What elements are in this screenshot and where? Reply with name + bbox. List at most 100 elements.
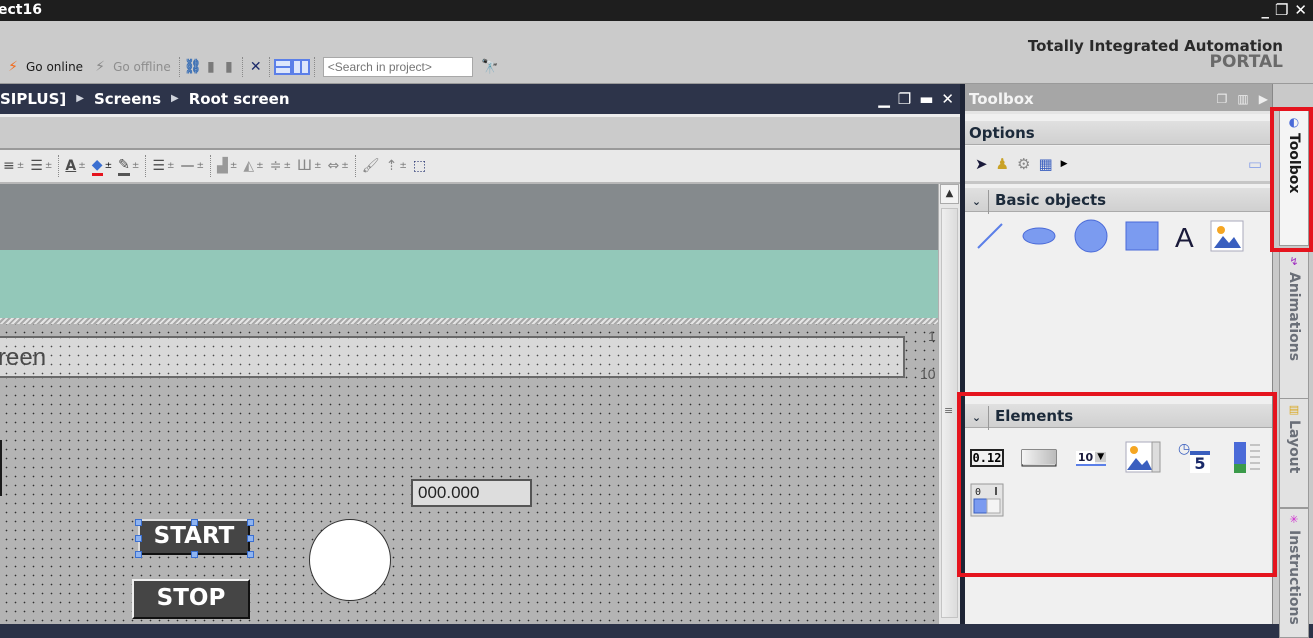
selection-handle[interactable] xyxy=(191,551,198,558)
stop-simulation-icon[interactable]: ▮ xyxy=(220,58,238,76)
main-toolbar: ⚡ Go online ⚡ Go offline ⛓ ▮ ▮ ✕ 🔭 Total… xyxy=(0,21,1313,84)
collapse-panel-icon[interactable]: ▶ xyxy=(1259,84,1268,114)
circle-tool-icon[interactable] xyxy=(1073,218,1109,258)
distribute-icon[interactable]: Ш ± xyxy=(294,154,325,178)
split-horizontal-icon[interactable] xyxy=(273,58,292,76)
tab-instructions[interactable]: ✳ Instructions xyxy=(1279,508,1309,638)
layer-icon[interactable]: ⇡ ± xyxy=(383,154,410,178)
split-vertical-icon[interactable] xyxy=(291,58,310,76)
window-icon[interactable]: ▭ xyxy=(1248,155,1262,173)
same-size-icon[interactable]: ⇔ ± xyxy=(325,154,352,178)
layout-tab-icon: ▤ xyxy=(1288,403,1300,416)
stop-button[interactable]: STOP xyxy=(132,579,250,619)
branding-line2: PORTAL xyxy=(1209,52,1283,72)
graphic-io-field-tool-icon[interactable] xyxy=(1125,440,1161,476)
basic-objects-list: A xyxy=(965,218,1272,258)
symbolic-glyph: 10 xyxy=(1075,450,1096,464)
zoom-selection-icon[interactable]: ⬚ xyxy=(410,154,429,178)
font-color-icon[interactable]: A ± xyxy=(62,154,88,178)
search-binoculars-icon[interactable]: 🔭 xyxy=(481,58,499,76)
more-arrow-icon[interactable]: ▶ xyxy=(1061,159,1068,169)
text-field-tool-icon[interactable]: A xyxy=(1175,222,1194,254)
go-offline-button[interactable]: ⚡ Go offline xyxy=(87,56,175,78)
date-time-field-tool-icon[interactable]: ◷ 5 xyxy=(1177,440,1213,476)
chevron-down-icon[interactable]: ⌄ xyxy=(965,406,989,430)
accessible-devices-icon[interactable]: ⛓ xyxy=(184,58,202,76)
selection-handle[interactable] xyxy=(247,535,254,542)
breadcrumb-item-root-screen[interactable]: Root screen xyxy=(189,84,290,114)
line-style-icon[interactable]: — ± xyxy=(178,154,208,178)
rotate-icon[interactable]: ◭ ± xyxy=(240,154,266,178)
panel-layout-icon[interactable]: ▥ xyxy=(1237,84,1248,114)
elements-pane-title[interactable]: ⌄ Elements xyxy=(965,404,1272,430)
canvas-vertical-scrollbar[interactable]: ▲ ≡ xyxy=(938,184,960,624)
cross-reference-icon[interactable]: ✕ xyxy=(247,58,265,76)
align-icon[interactable]: ≑ ± xyxy=(267,154,294,178)
symbolic-io-field-tool-icon[interactable]: 10 ▼ xyxy=(1073,440,1109,476)
editor-close-button[interactable]: ✕ xyxy=(941,84,954,114)
tab-animations[interactable]: ↯ Animations xyxy=(1279,250,1309,400)
search-project-input[interactable] xyxy=(322,57,473,77)
float-panel-icon[interactable]: ❐ xyxy=(1217,84,1228,114)
hmi-header-area xyxy=(0,184,938,250)
pointer-icon[interactable]: ➤ xyxy=(975,155,988,173)
partial-object[interactable] xyxy=(0,440,2,496)
stamp-icon[interactable]: ♟ xyxy=(996,155,1009,173)
scroll-up-button[interactable]: ▲ xyxy=(940,184,959,204)
breadcrumb-item-device[interactable]: SIPLUS] xyxy=(0,84,66,114)
window-restore-button[interactable]: ❐ xyxy=(1275,0,1288,20)
go-online-button[interactable]: ⚡ Go online xyxy=(0,56,87,78)
line-width-icon[interactable]: ☰ ± xyxy=(149,154,177,178)
editor-maximize-button[interactable]: ▬ xyxy=(919,84,933,114)
line-color-icon[interactable]: ✎ ± xyxy=(115,154,142,178)
switch-tool-icon[interactable]: 0 xyxy=(969,482,1005,518)
toolbox-tab-icon: ◐ xyxy=(1288,115,1300,129)
breadcrumb-arrow-icon: ▶ xyxy=(76,93,84,104)
fill-color-icon[interactable]: ◆ ± xyxy=(89,154,115,178)
rectangle-tool-icon[interactable] xyxy=(1125,221,1159,255)
list-view-icon[interactable]: ▦ xyxy=(1038,155,1052,173)
tab-toolbox[interactable]: ◐ Toolbox xyxy=(1279,110,1309,246)
align-text-icon[interactable]: ☰ ± xyxy=(27,154,55,178)
graphic-view-tool-icon[interactable] xyxy=(1210,220,1244,256)
arrange-icon[interactable]: ▟ ± xyxy=(214,154,240,178)
ellipse-tool-icon[interactable] xyxy=(1021,221,1057,255)
breadcrumb-item-screens[interactable]: Screens xyxy=(94,84,161,114)
date-glyph: 5 xyxy=(1190,451,1210,473)
basic-objects-pane-title[interactable]: ⌄ Basic objects xyxy=(965,188,1272,214)
start-simulation-icon[interactable]: ▮ xyxy=(202,58,220,76)
options-toolbar: ➤ ♟ ⚙ ▦ ▶ ▭ xyxy=(965,146,1272,184)
screen-canvas[interactable]: reen 1 10 000.000 xyxy=(0,184,938,624)
go-online-label: Go online xyxy=(26,60,84,74)
format-toolbar: ≡ ± ☰ ± A ± ◆ ± ✎ ± ☰ ± — ± ▟ ± ◭ ± ≑ ± Ш ± ⇔ ± 🖌 ⇡ ±… xyxy=(0,150,960,184)
toolbar-separator xyxy=(313,57,315,77)
indicator-lamp-circle[interactable] xyxy=(309,519,391,601)
button-tool-icon[interactable] xyxy=(1021,440,1057,476)
editor-minimize-button[interactable]: ▁ xyxy=(878,84,890,114)
selection-handle[interactable] xyxy=(247,519,254,526)
bar-tool-icon[interactable] xyxy=(1229,440,1265,476)
format-painter-icon[interactable]: 🖌 xyxy=(359,154,383,178)
chevron-down-icon[interactable]: ⌄ xyxy=(965,190,989,214)
window-close-button[interactable]: ✕ xyxy=(1294,0,1307,20)
align-text-icon[interactable]: ≡ ± xyxy=(0,154,27,178)
screen-title-field[interactable]: reen xyxy=(0,336,905,378)
elements-label: Elements xyxy=(995,407,1074,425)
selection-handle[interactable] xyxy=(135,551,142,558)
selection-handle[interactable] xyxy=(247,551,254,558)
window-minimize-button[interactable]: _ xyxy=(1261,0,1269,20)
io-field[interactable]: 000.000 xyxy=(411,479,532,507)
tab-layout[interactable]: ▤ Layout xyxy=(1279,398,1309,508)
selection-handle[interactable] xyxy=(135,519,142,526)
toolbox-title: Toolbox xyxy=(969,90,1034,108)
toolbox-panel: Toolbox ❐ ▥ ▶ Options ➤ ♟ ⚙ ▦ ▶ ▭ ⌄ Basic… xyxy=(965,84,1272,624)
selection-handle[interactable] xyxy=(135,535,142,542)
line-tool-icon[interactable] xyxy=(975,221,1005,255)
editor-restore-button[interactable]: ❐ xyxy=(898,84,911,114)
screen-title-text: reen xyxy=(0,344,47,371)
io-field-tool-icon[interactable]: 0.12 xyxy=(969,440,1005,476)
properties-icon[interactable]: ⚙ xyxy=(1017,155,1030,173)
selection-handle[interactable] xyxy=(191,519,198,526)
editor-header: SIPLUS] ▶ Screens ▶ Root screen ▁ ❐ ▬ ✕ xyxy=(0,84,960,114)
tab-layout-label: Layout xyxy=(1286,420,1302,474)
